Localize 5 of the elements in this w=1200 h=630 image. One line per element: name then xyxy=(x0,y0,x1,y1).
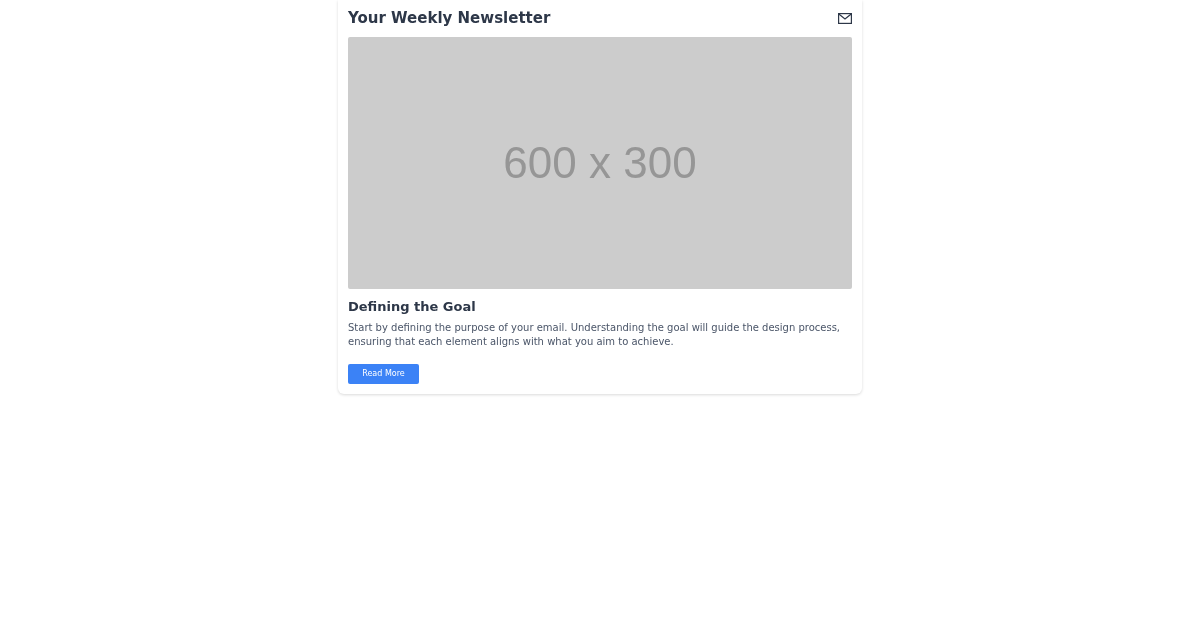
article-heading: Defining the Goal xyxy=(348,299,477,314)
read-more-button[interactable]: Read More xyxy=(348,363,419,384)
newsletter-title: Your Weekly Newsletter xyxy=(348,9,551,27)
article-text: Start by defining the purpose of your email. Understanding the goal will guide the design process, ensuring that each element aligns with what you aim to achieve. xyxy=(348,321,842,349)
mail-icon xyxy=(838,12,852,24)
